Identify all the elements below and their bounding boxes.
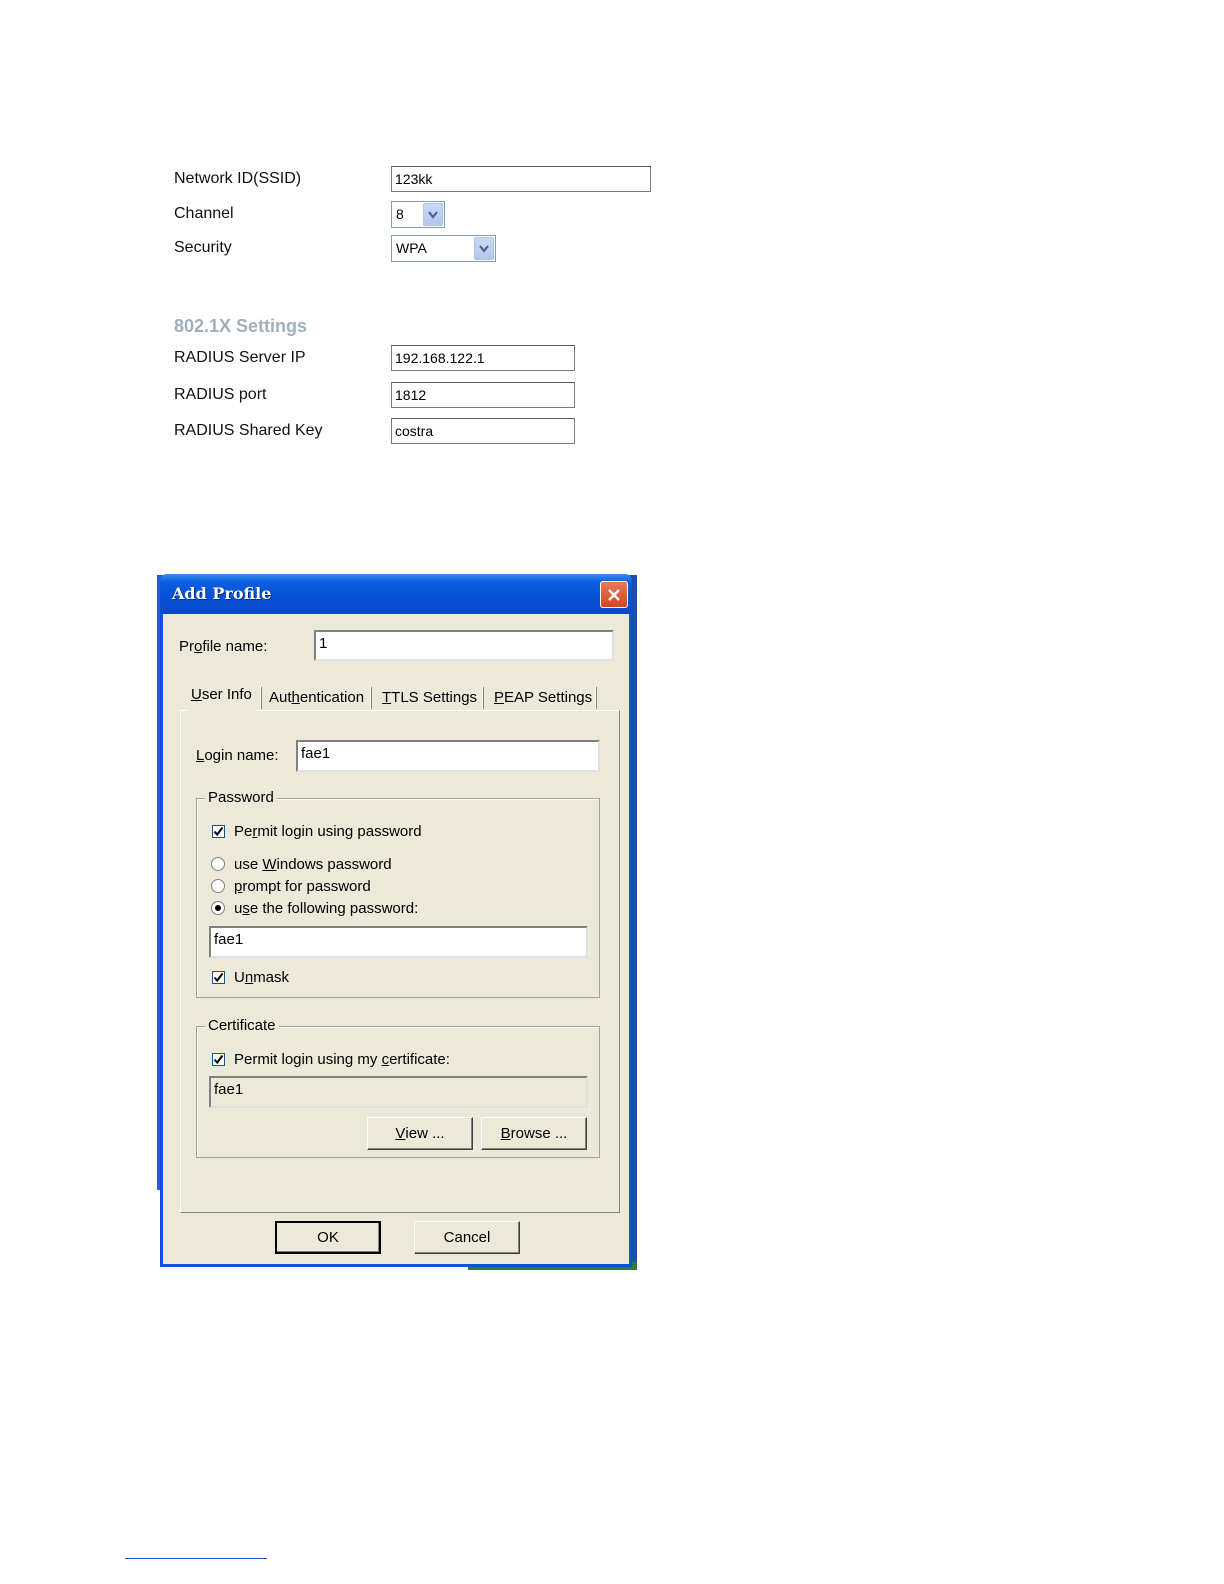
tab-separator xyxy=(260,687,262,709)
permit-certificate-label[interactable]: Permit login using my certificate: xyxy=(234,1051,450,1068)
tab-authentication[interactable]: Authentication xyxy=(265,684,368,711)
chevron-down-icon[interactable] xyxy=(474,237,494,260)
ssid-label: Network ID(SSID) xyxy=(174,170,302,187)
prompt-password-radio[interactable] xyxy=(211,879,225,893)
prompt-password-label[interactable]: prompt for password xyxy=(234,878,371,895)
cancel-button[interactable]: Cancel xyxy=(414,1221,520,1254)
channel-label: Channel xyxy=(174,205,234,222)
ok-button[interactable]: OK xyxy=(275,1221,381,1254)
channel-select[interactable]: 8 xyxy=(391,201,445,228)
close-icon xyxy=(608,588,620,601)
close-button[interactable] xyxy=(600,581,628,608)
login-name-input[interactable]: fae1 xyxy=(296,740,600,772)
radius-port-label: RADIUS port xyxy=(174,386,267,403)
title-bar[interactable]: Add Profile xyxy=(160,574,632,614)
tab-separator xyxy=(370,687,372,709)
use-windows-password-label[interactable]: use Windows password xyxy=(234,856,392,873)
certificate-group-label: Certificate xyxy=(205,1017,279,1034)
radius-port-input[interactable]: 1812 xyxy=(391,382,575,408)
profile-name-input[interactable]: 1 xyxy=(314,630,614,661)
radius-ip-input[interactable]: 192.168.122.1 xyxy=(391,345,575,371)
radius-key-input[interactable]: costra xyxy=(391,418,575,444)
tab-ttls-settings[interactable]: TTLS Settings xyxy=(378,684,481,711)
unmask-checkbox[interactable] xyxy=(212,971,225,984)
password-group-label: Password xyxy=(205,789,277,806)
use-following-password-label[interactable]: use the following password: xyxy=(234,900,418,917)
footnote-divider xyxy=(125,1558,267,1559)
login-name-label: Login name: xyxy=(196,747,279,764)
tab-peap-settings[interactable]: PEAP Settings xyxy=(490,684,596,711)
check-icon xyxy=(213,826,224,837)
security-select[interactable]: WPA xyxy=(391,235,496,262)
section-title-8021x: 802.1X Settings xyxy=(174,316,308,336)
chevron-down-icon[interactable] xyxy=(423,203,443,226)
use-windows-password-radio[interactable] xyxy=(211,857,225,871)
add-profile-dialog: Add Profile Profile name: 1 User Info Au… xyxy=(160,574,632,1267)
tab-separator xyxy=(482,687,484,709)
permit-password-label[interactable]: Permit login using password xyxy=(234,823,422,840)
ssid-input[interactable]: 123kk xyxy=(391,166,651,192)
check-icon xyxy=(213,972,224,983)
security-value: WPA xyxy=(396,240,427,256)
unmask-label[interactable]: Unmask xyxy=(234,969,289,986)
check-icon xyxy=(213,1054,224,1065)
tab-user-info[interactable]: User Info xyxy=(187,681,256,711)
certificate-field: fae1 xyxy=(209,1076,588,1108)
profile-name-label: Profile name: xyxy=(179,638,268,655)
password-input[interactable]: fae1 xyxy=(209,926,588,958)
channel-value: 8 xyxy=(396,206,404,222)
dialog-title: Add Profile xyxy=(172,584,272,603)
radius-key-label: RADIUS Shared Key xyxy=(174,422,323,439)
permit-certificate-checkbox[interactable] xyxy=(212,1053,225,1066)
use-following-password-radio[interactable] xyxy=(211,901,225,915)
view-button[interactable]: View ... xyxy=(367,1117,473,1150)
browse-button[interactable]: Browse ... xyxy=(481,1117,587,1150)
tab-separator xyxy=(595,687,597,709)
radio-selected-dot xyxy=(215,905,221,911)
radius-ip-label: RADIUS Server IP xyxy=(174,349,306,366)
security-label: Security xyxy=(174,239,232,256)
permit-password-checkbox[interactable] xyxy=(212,825,225,838)
